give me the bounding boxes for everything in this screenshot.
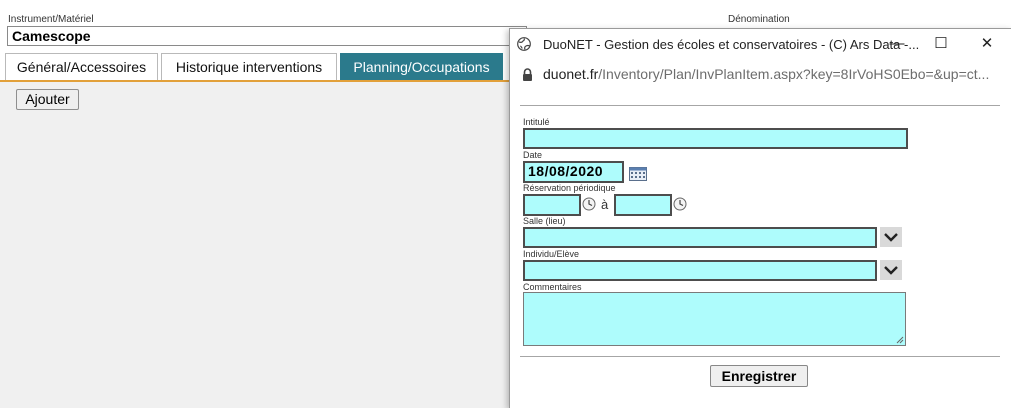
top-divider	[520, 105, 1000, 106]
tab-historique-interventions[interactable]: Historique interventions	[161, 53, 337, 81]
reservation-start-input[interactable]	[523, 194, 581, 216]
instrument-label: Instrument/Matériel	[8, 14, 94, 25]
resize-handle-icon[interactable]	[896, 336, 904, 344]
commentaires-textarea[interactable]	[523, 292, 906, 346]
url-text[interactable]: duonet.fr/Inventory/Plan/InvPlanItem.asp…	[543, 66, 989, 82]
globe-icon	[517, 37, 531, 51]
lock-icon	[523, 68, 532, 81]
tab-general-accessoires[interactable]: Général/Accessoires	[5, 53, 158, 81]
commentaires-label: Commentaires	[523, 282, 582, 292]
denomination-label: Dénomination	[728, 14, 790, 25]
individu-label: Individu/Elève	[523, 249, 580, 259]
chevron-down-icon	[884, 266, 898, 275]
popup-titlebar[interactable]: DuoNET - Gestion des écoles et conservat…	[510, 29, 1011, 59]
tab-planning-occupations[interactable]: Planning/Occupations	[340, 53, 503, 81]
salle-dropdown-button[interactable]	[880, 227, 902, 247]
salle-select[interactable]	[523, 227, 902, 248]
url-path: /Inventory/Plan/InvPlanItem.aspx?key=8Ir…	[598, 66, 990, 82]
date-label: Date	[523, 150, 543, 160]
popup-window: DuoNET - Gestion des écoles et conservat…	[509, 28, 1011, 408]
date-input[interactable]: 18/08/2020	[523, 161, 624, 183]
chevron-down-icon	[884, 233, 898, 242]
individu-select[interactable]	[523, 260, 902, 281]
instrument-field[interactable]: Camescope	[7, 26, 527, 46]
url-host: duonet.fr	[543, 66, 599, 82]
close-icon[interactable]: ✕	[972, 32, 1002, 56]
popup-title: DuoNET - Gestion des écoles et conservat…	[543, 37, 920, 52]
minimize-icon[interactable]: —	[882, 32, 912, 56]
save-button[interactable]: Enregistrer	[710, 365, 808, 387]
to-label: à	[601, 197, 609, 212]
maximize-icon[interactable]: ☐	[926, 32, 956, 56]
reservation-label: Réservation périodique	[523, 183, 616, 193]
individu-dropdown-button[interactable]	[880, 260, 902, 280]
salle-label: Salle (lieu)	[523, 216, 566, 226]
intitule-label: Intitulé	[523, 117, 550, 127]
bottom-divider	[520, 356, 1000, 357]
address-bar[interactable]: duonet.fr/Inventory/Plan/InvPlanItem.asp…	[510, 59, 1011, 89]
add-button[interactable]: Ajouter	[16, 89, 79, 110]
calendar-icon[interactable]	[629, 167, 647, 181]
intitule-input[interactable]	[523, 128, 908, 149]
clock-icon[interactable]	[673, 197, 687, 211]
clock-icon[interactable]	[582, 197, 596, 211]
reservation-end-input[interactable]	[614, 194, 672, 216]
